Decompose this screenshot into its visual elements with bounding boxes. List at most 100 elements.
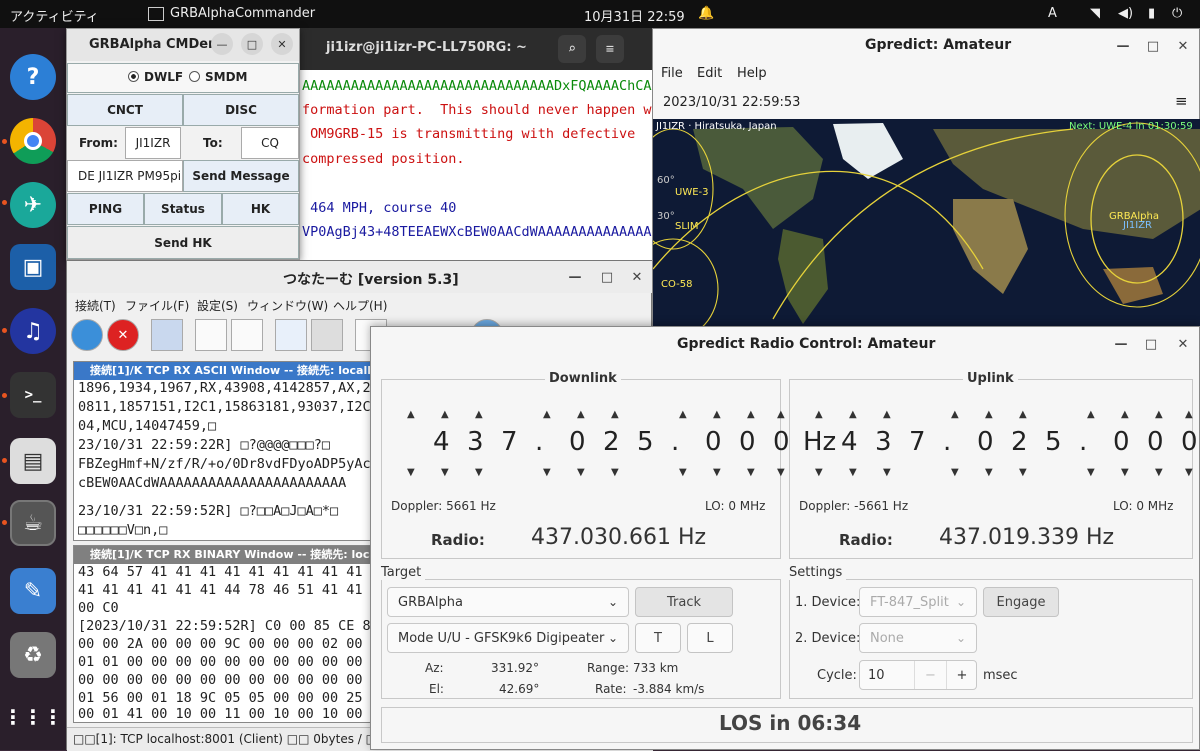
digit-up-arrow-icon[interactable]: ▲: [679, 409, 687, 420]
dl-digits-digit[interactable]: .: [535, 427, 543, 457]
digit-up-arrow-icon[interactable]: ▲: [475, 409, 483, 420]
digit-down-arrow-icon[interactable]: ▼: [1019, 467, 1027, 478]
app-name-menu[interactable]: GRBAlphaCommander: [170, 6, 315, 21]
digit-down-arrow-icon[interactable]: ▼: [475, 467, 483, 478]
sat-uwe3[interactable]: UWE-3: [675, 187, 709, 198]
engage-button[interactable]: Engage: [983, 587, 1059, 617]
bell-icon[interactable]: 🔔: [698, 6, 714, 21]
ul-digits-digit[interactable]: 2: [1011, 427, 1028, 457]
digit-down-arrow-icon[interactable]: ▼: [441, 467, 449, 478]
clock[interactable]: 10月31日 22:59: [584, 6, 685, 25]
digit-down-arrow-icon[interactable]: ▼: [815, 467, 823, 478]
digit-down-arrow-icon[interactable]: ▼: [611, 467, 619, 478]
ul-digits-digit[interactable]: 3: [875, 427, 892, 457]
checklist-icon[interactable]: [275, 319, 307, 351]
from-field[interactable]: JI1IZR: [125, 127, 181, 159]
document-icon[interactable]: [195, 319, 227, 351]
ul-digits-digit[interactable]: 0: [1147, 427, 1164, 457]
java-app-icon[interactable]: ☕: [10, 500, 56, 546]
digit-down-arrow-icon[interactable]: ▼: [679, 467, 687, 478]
increment-icon[interactable]: +: [946, 661, 977, 689]
digit-down-arrow-icon[interactable]: ▼: [1087, 467, 1095, 478]
help-icon[interactable]: ?: [10, 54, 56, 100]
dl-digits-digit[interactable]: 0: [705, 427, 722, 457]
decrement-icon[interactable]: −: [914, 661, 946, 689]
menu-file[interactable]: ファイル(F): [125, 297, 189, 314]
minimize-button[interactable]: —: [1109, 332, 1133, 356]
digit-down-arrow-icon[interactable]: ▼: [883, 467, 891, 478]
menu-help[interactable]: Help: [737, 66, 767, 81]
show-apps-icon[interactable]: ⋮⋮⋮: [3, 694, 63, 740]
activities-button[interactable]: アクティビティ: [10, 6, 99, 25]
tsunaterm-icon[interactable]: ▤: [10, 438, 56, 484]
close-button[interactable]: ✕: [625, 265, 649, 289]
menu-help[interactable]: ヘルプ(H): [333, 297, 387, 314]
digit-up-arrow-icon[interactable]: ▲: [777, 409, 785, 420]
disc-button[interactable]: DISC: [183, 94, 299, 126]
send-hk-button[interactable]: Send HK: [67, 226, 299, 259]
dl-digits-digit[interactable]: 2: [603, 427, 620, 457]
dl-digits-digit[interactable]: 0: [739, 427, 756, 457]
sat-co58[interactable]: CO-58: [661, 279, 692, 290]
digit-down-arrow-icon[interactable]: ▼: [1121, 467, 1129, 478]
digit-up-arrow-icon[interactable]: ▲: [849, 409, 857, 420]
digit-down-arrow-icon[interactable]: ▼: [849, 467, 857, 478]
digit-up-arrow-icon[interactable]: ▲: [1185, 409, 1193, 420]
hk-button[interactable]: HK: [222, 193, 299, 225]
digit-up-arrow-icon[interactable]: ▲: [577, 409, 585, 420]
minimize-button[interactable]: —: [1111, 34, 1135, 58]
cycle-value[interactable]: 10: [868, 668, 885, 683]
digit-up-arrow-icon[interactable]: ▲: [883, 409, 891, 420]
digit-up-arrow-icon[interactable]: ▲: [407, 409, 415, 420]
world-map[interactable]: JI1IZR · Hiratsuka, Japan Next: UWE-4 in…: [653, 119, 1200, 329]
ul-digits-digit[interactable]: 5: [1045, 427, 1062, 457]
menu-connect[interactable]: 接続(T): [75, 297, 116, 314]
minimize-button[interactable]: —: [563, 265, 587, 289]
close-button[interactable]: ✕: [1171, 332, 1195, 356]
close-button[interactable]: ✕: [271, 33, 293, 55]
search-icon[interactable]: ⌕: [558, 35, 586, 63]
digit-down-arrow-icon[interactable]: ▼: [777, 467, 785, 478]
dl-digits-digit[interactable]: 5: [637, 427, 654, 457]
dl-digits-digit[interactable]: 0: [569, 427, 586, 457]
sat-slim[interactable]: SLIM: [675, 221, 699, 232]
digit-up-arrow-icon[interactable]: ▲: [1019, 409, 1027, 420]
t-button[interactable]: T: [635, 623, 681, 653]
digit-down-arrow-icon[interactable]: ▼: [713, 467, 721, 478]
smdm-radio[interactable]: [189, 71, 200, 82]
digit-down-arrow-icon[interactable]: ▼: [407, 467, 415, 478]
digit-up-arrow-icon[interactable]: ▲: [611, 409, 619, 420]
maximize-button[interactable]: □: [241, 33, 263, 55]
dl-digits-digit[interactable]: .: [671, 427, 679, 457]
satellite-select[interactable]: GRBAlpha ⌄: [387, 587, 629, 617]
digit-up-arrow-icon[interactable]: ▲: [951, 409, 959, 420]
maximize-button[interactable]: □: [595, 265, 619, 289]
maximize-button[interactable]: □: [1139, 332, 1163, 356]
ul-digits-digit[interactable]: 0: [1113, 427, 1130, 457]
to-field[interactable]: CQ: [241, 127, 299, 159]
power-icon[interactable]: ⏻: [1172, 6, 1182, 21]
digit-up-arrow-icon[interactable]: ▲: [543, 409, 551, 420]
digit-up-arrow-icon[interactable]: ▲: [1087, 409, 1095, 420]
satellite-app-icon[interactable]: ✈: [10, 182, 56, 228]
module-menu-icon[interactable]: ≡: [1175, 92, 1188, 110]
documents-icon[interactable]: [231, 319, 263, 351]
digit-up-arrow-icon[interactable]: ▲: [1121, 409, 1129, 420]
cnct-button[interactable]: CNCT: [67, 94, 183, 126]
message-field[interactable]: DE JI1IZR PM95pi: [67, 160, 183, 192]
device1-select[interactable]: FT-847_Split ⌄: [859, 587, 977, 617]
dl-digits-digit[interactable]: 7: [501, 427, 518, 457]
ul-digits-digit[interactable]: .: [1079, 427, 1087, 457]
menu-edit[interactable]: Edit: [697, 66, 722, 81]
input-method-indicator[interactable]: A: [1048, 6, 1057, 21]
ping-button[interactable]: PING: [67, 193, 144, 225]
copy-icon[interactable]: [311, 319, 343, 351]
dl-digits-digit[interactable]: 4: [433, 427, 450, 457]
digit-up-arrow-icon[interactable]: ▲: [441, 409, 449, 420]
chrome-icon[interactable]: [10, 118, 56, 164]
digit-down-arrow-icon[interactable]: ▼: [985, 467, 993, 478]
menu-file[interactable]: File: [661, 66, 683, 81]
digit-up-arrow-icon[interactable]: ▲: [713, 409, 721, 420]
terminal-tool-icon[interactable]: [151, 319, 183, 351]
trash-icon[interactable]: ♻: [10, 632, 56, 678]
